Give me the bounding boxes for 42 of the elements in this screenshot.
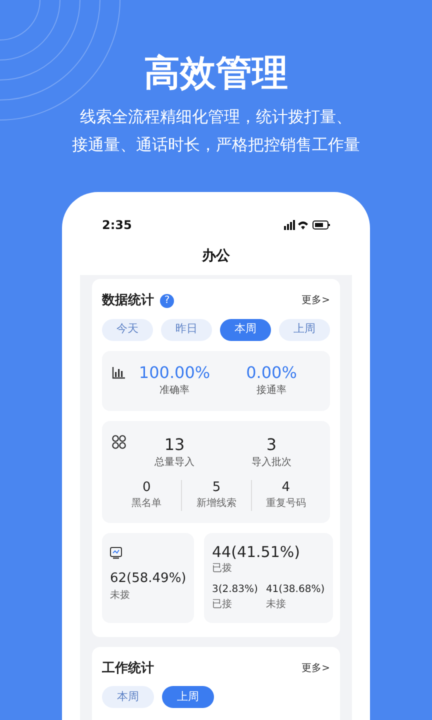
detail-label: 黑名单: [132, 496, 162, 510]
status-time: 2:35: [102, 217, 132, 234]
rate-label: 接通率: [256, 384, 286, 398]
call-value: 3(2.83%): [212, 582, 258, 596]
rate-label: 准确率: [160, 384, 190, 398]
import-value: 13: [164, 434, 185, 454]
import-label: 导入批次: [252, 456, 292, 470]
help-icon[interactable]: ?: [160, 294, 174, 308]
page-title: 办公: [200, 247, 231, 266]
not-dialed-value: 62(58.49%): [110, 570, 186, 588]
card-title: 数据统计: [102, 292, 154, 310]
import-label: 总量导入: [154, 456, 194, 470]
headline: 高效管理: [144, 52, 288, 96]
period-tab[interactable]: 昨日: [161, 318, 212, 340]
subtitle-line: 线索全流程精细化管理，统计拨打量、: [80, 106, 352, 128]
detail-value: 4: [282, 480, 290, 496]
detail-label: 新增线索: [196, 496, 236, 510]
period-tab[interactable]: 今天: [102, 318, 153, 340]
period-tab[interactable]: 本周: [220, 318, 271, 340]
detail-label: 重复号码: [266, 496, 306, 510]
monitor-icon: [110, 546, 122, 558]
detail-value: 0: [142, 480, 151, 496]
import-value: 3: [266, 434, 277, 454]
grid-icon: [112, 434, 126, 448]
more-link[interactable]: 更多>: [302, 293, 330, 308]
not-dialed-label: 未拨: [110, 588, 131, 603]
call-value: 41(38.68%): [266, 582, 325, 596]
more-link[interactable]: 更多>: [302, 660, 330, 676]
dialed-value: 44(41.51%): [212, 542, 301, 560]
detail-value: 5: [212, 480, 221, 496]
card-title: 工作统计: [102, 660, 154, 678]
call-label: 已接: [212, 598, 233, 612]
period-tab[interactable]: 上周: [279, 318, 330, 340]
call-label: 未接: [266, 598, 287, 612]
bar-chart-icon: [112, 366, 126, 378]
subtitle-line: 接通量、通话时长，严格把控销售工作量: [72, 134, 360, 156]
period-tab[interactable]: 上周: [162, 686, 214, 708]
status-icons-drawing: [284, 220, 330, 230]
rate-value: 0.00%: [246, 363, 297, 383]
rate-value: 100.00%: [138, 363, 210, 383]
period-tab[interactable]: 本周: [102, 686, 154, 708]
dialed-label: 已拨: [212, 562, 233, 576]
